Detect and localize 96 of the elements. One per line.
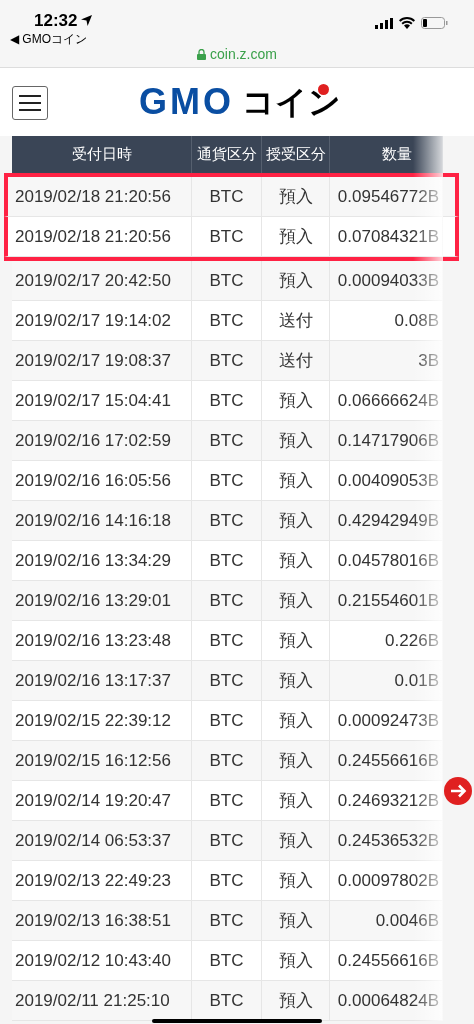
table-cell: BTC bbox=[192, 941, 262, 980]
logo: GMO コイン bbox=[139, 82, 341, 122]
wifi-icon bbox=[399, 17, 415, 29]
table-cell: 3B bbox=[330, 341, 443, 380]
table-cell: 2019/02/17 15:04:41 bbox=[12, 381, 192, 420]
column-header: 授受区分 bbox=[262, 136, 330, 173]
table-cell: BTC bbox=[192, 177, 262, 216]
table-cell: 預入 bbox=[262, 861, 330, 900]
table-cell: BTC bbox=[192, 381, 262, 420]
table-cell: 預入 bbox=[262, 261, 330, 300]
table-cell: 預入 bbox=[262, 461, 330, 500]
table-cell: 0.00092473B bbox=[330, 701, 443, 740]
table-cell: 2019/02/16 13:29:01 bbox=[12, 581, 192, 620]
table-cell: 2019/02/14 06:53:37 bbox=[12, 821, 192, 860]
column-header: 数量 bbox=[330, 136, 443, 173]
table-cell: 0.00064824B bbox=[330, 981, 443, 1020]
table-cell: BTC bbox=[192, 701, 262, 740]
table-cell: 預入 bbox=[262, 421, 330, 460]
location-arrow-icon bbox=[81, 15, 93, 27]
table-cell: 0.04578016B bbox=[330, 541, 443, 580]
table-cell: 送付 bbox=[262, 301, 330, 340]
table-cell: 預入 bbox=[262, 177, 330, 216]
table-cell: BTC bbox=[192, 501, 262, 540]
table-cell: 0.226B bbox=[330, 621, 443, 660]
table-cell: 2019/02/15 16:12:56 bbox=[12, 741, 192, 780]
table-cell: 預入 bbox=[262, 941, 330, 980]
table-cell: 0.24536532B bbox=[330, 821, 443, 860]
table-cell: 2019/02/16 16:05:56 bbox=[12, 461, 192, 500]
table-cell: 2019/02/14 19:20:47 bbox=[12, 781, 192, 820]
table-cell: 0.00094033B bbox=[330, 261, 443, 300]
back-to-app-link[interactable]: ◀ GMOコイン bbox=[10, 30, 87, 48]
table-cell: 預入 bbox=[262, 581, 330, 620]
table-cell: BTC bbox=[192, 621, 262, 660]
table-cell: BTC bbox=[192, 301, 262, 340]
table-cell: BTC bbox=[192, 341, 262, 380]
table-cell: 0.08B bbox=[330, 301, 443, 340]
table-cell: 0.06666624B bbox=[330, 381, 443, 420]
table-cell: 預入 bbox=[262, 501, 330, 540]
table-cell: 0.0046B bbox=[330, 901, 443, 940]
table-cell: 預入 bbox=[262, 217, 330, 256]
table-cell: 預入 bbox=[262, 541, 330, 580]
table-cell: 2019/02/16 13:17:37 bbox=[12, 661, 192, 700]
table-cell: 2019/02/12 10:43:40 bbox=[12, 941, 192, 980]
url-text: coin.z.com bbox=[210, 45, 277, 64]
table-cell: BTC bbox=[192, 861, 262, 900]
table-cell: 0.00097802B bbox=[330, 861, 443, 900]
table-cell: 2019/02/17 20:42:50 bbox=[12, 261, 192, 300]
table-cell: 0.09546772B bbox=[330, 177, 443, 216]
table-cell: 送付 bbox=[262, 341, 330, 380]
battery-icon bbox=[421, 17, 448, 29]
table-cell: BTC bbox=[192, 821, 262, 860]
column-header: 受付日時 bbox=[12, 136, 192, 173]
table-cell: BTC bbox=[192, 421, 262, 460]
table-cell: 預入 bbox=[262, 661, 330, 700]
clock-time: 12:32 bbox=[34, 10, 78, 32]
table-cell: BTC bbox=[192, 581, 262, 620]
table-cell: 2019/02/18 21:20:56 bbox=[12, 217, 192, 256]
table-cell: 預入 bbox=[262, 901, 330, 940]
table-cell: 0.01B bbox=[330, 661, 443, 700]
table-cell: 0.24556616B bbox=[330, 941, 443, 980]
table-cell: BTC bbox=[192, 661, 262, 700]
column-header: 通貨区分 bbox=[192, 136, 262, 173]
table-cell: 0.24556616B bbox=[330, 741, 443, 780]
table-cell: 0.14717906B bbox=[330, 421, 443, 460]
table-cell: 0.21554601B bbox=[330, 581, 443, 620]
table-cell: 預入 bbox=[262, 621, 330, 660]
table-cell: 2019/02/16 13:23:48 bbox=[12, 621, 192, 660]
table-cell: BTC bbox=[192, 217, 262, 256]
table-cell: 0.07084321B bbox=[330, 217, 443, 256]
table-cell: 2019/02/13 16:38:51 bbox=[12, 901, 192, 940]
table-cell: 預入 bbox=[262, 781, 330, 820]
table-cell: BTC bbox=[192, 461, 262, 500]
menu-button[interactable] bbox=[12, 86, 48, 120]
table-cell: BTC bbox=[192, 541, 262, 580]
table-cell: BTC bbox=[192, 901, 262, 940]
table-cell: 2019/02/16 17:02:59 bbox=[12, 421, 192, 460]
table-cell: 2019/02/17 19:08:37 bbox=[12, 341, 192, 380]
table-cell: 0.42942949B bbox=[330, 501, 443, 540]
table-cell: 2019/02/16 13:34:29 bbox=[12, 541, 192, 580]
table-cell: 預入 bbox=[262, 701, 330, 740]
scroll-right-icon[interactable] bbox=[444, 777, 472, 805]
table-cell: 0.00409053B bbox=[330, 461, 443, 500]
table-cell: 預入 bbox=[262, 741, 330, 780]
table-cell: 2019/02/15 22:39:12 bbox=[12, 701, 192, 740]
table-cell: BTC bbox=[192, 261, 262, 300]
table-cell: 預入 bbox=[262, 821, 330, 860]
table-cell: 0.24693212B bbox=[330, 781, 443, 820]
lock-icon bbox=[197, 49, 207, 60]
table-cell: BTC bbox=[192, 781, 262, 820]
table-cell: 2019/02/13 22:49:23 bbox=[12, 861, 192, 900]
table-cell: 2019/02/17 19:14:02 bbox=[12, 301, 192, 340]
table-cell: 預入 bbox=[262, 381, 330, 420]
signal-icon bbox=[375, 17, 393, 29]
table-cell: BTC bbox=[192, 741, 262, 780]
table-cell: 2019/02/18 21:20:56 bbox=[12, 177, 192, 216]
table-cell: 2019/02/16 14:16:18 bbox=[12, 501, 192, 540]
